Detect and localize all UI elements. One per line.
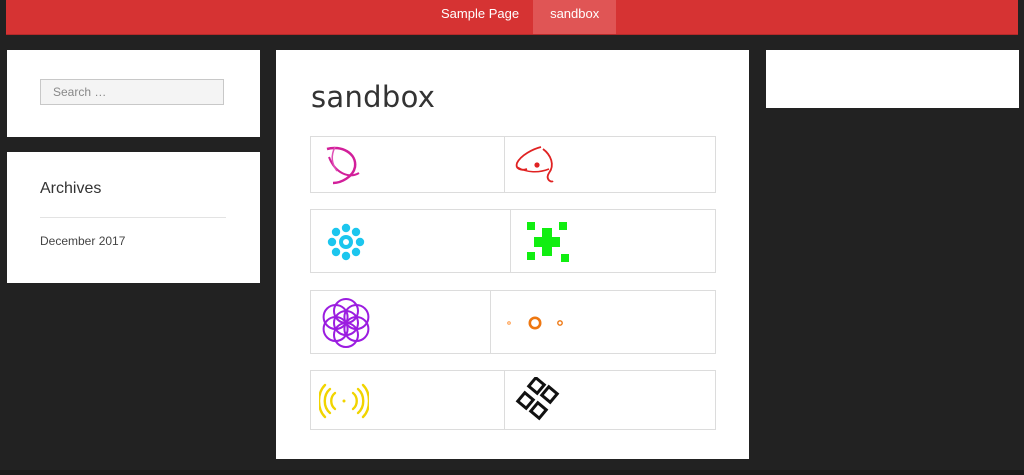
green-cross-icon (527, 222, 569, 262)
main-content: sandbox (276, 50, 749, 459)
orange-rings-icon (507, 316, 563, 330)
gallery-row-1 (310, 136, 716, 193)
gallery-row-3 (310, 290, 716, 354)
search-input[interactable] (40, 79, 224, 105)
magenta-orbit-icon (326, 146, 360, 185)
gallery-cell[interactable] (311, 371, 506, 429)
yellow-signal-waves-icon (319, 383, 369, 419)
gallery-cell[interactable] (504, 371, 715, 429)
gallery-cell[interactable] (311, 137, 506, 192)
archive-link-december-2017[interactable]: December 2017 (40, 234, 125, 248)
primary-menu: Sample Page sandbox (427, 0, 617, 34)
black-diamond-grid-icon (515, 377, 560, 421)
gallery-cell[interactable] (311, 291, 492, 353)
gallery-row-2 (310, 209, 716, 273)
right-sidebar-widget (766, 50, 1019, 108)
archives-widget: Archives December 2017 (7, 152, 260, 283)
gallery-row-4 (310, 370, 716, 430)
cyan-flower-icon (327, 223, 365, 261)
search-widget (7, 50, 260, 137)
archives-heading: Archives (40, 180, 102, 197)
page-title: sandbox (311, 80, 436, 114)
nav-item-sample-page[interactable]: Sample Page (427, 0, 533, 34)
gallery-cell[interactable] (490, 291, 715, 353)
gallery-cell[interactable] (504, 137, 715, 192)
top-navigation-bar: Sample Page sandbox (6, 0, 1018, 35)
gallery-cell[interactable] (311, 210, 512, 272)
red-atom-icon (515, 146, 554, 183)
purple-flower-of-life-icon (322, 298, 370, 348)
divider (40, 217, 226, 218)
footer-edge (0, 470, 1024, 475)
gallery-cell[interactable] (510, 210, 715, 272)
nav-item-sandbox[interactable]: sandbox (533, 0, 617, 34)
